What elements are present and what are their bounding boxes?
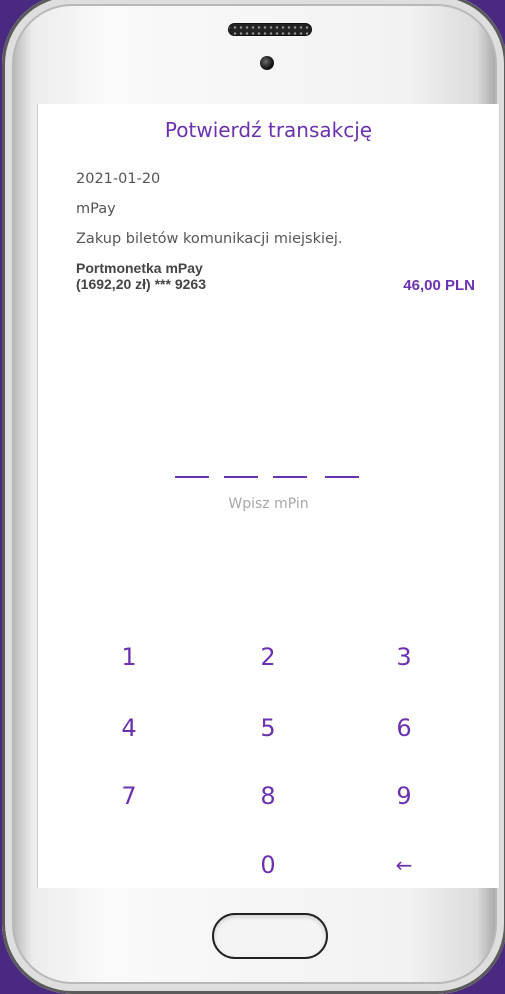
home-button[interactable] — [212, 913, 328, 959]
keypad-key-7[interactable]: 7 — [89, 773, 169, 819]
pin-digit-slot — [175, 476, 209, 478]
keypad-key-1[interactable]: 1 — [89, 634, 169, 680]
keypad-key-8[interactable]: 8 — [228, 773, 308, 819]
transaction-confirm-screen: Potwierdź transakcję 2021-01-20 mPay Zak… — [37, 104, 500, 888]
merchant-name: mPay — [76, 201, 116, 217]
keypad-key-5[interactable]: 5 — [228, 705, 308, 751]
pin-hint: Wpisz mPin — [228, 496, 309, 512]
page-title: Potwierdź transakcję — [164, 118, 373, 142]
front-camera — [260, 56, 274, 70]
payment-source-detail: (1692,20 zł) *** 9263 — [76, 276, 206, 292]
transaction-date: 2021-01-20 — [76, 171, 161, 187]
keypad-key-3[interactable]: 3 — [364, 634, 444, 680]
backspace-icon[interactable]: ← — [364, 842, 444, 888]
keypad-key-4[interactable]: 4 — [89, 705, 169, 751]
pin-digit-slot — [224, 476, 258, 478]
transaction-description: Zakup biletów komunikacji miejskiej. — [76, 231, 343, 247]
keypad-key-0[interactable]: 0 — [228, 842, 308, 888]
keypad-key-6[interactable]: 6 — [364, 705, 444, 751]
keypad-key-2[interactable]: 2 — [228, 634, 308, 680]
pin-digit-slot — [273, 476, 307, 478]
keypad-key-9[interactable]: 9 — [364, 773, 444, 819]
speaker-grille — [228, 23, 312, 36]
pin-digit-slot — [325, 476, 359, 478]
transaction-amount: 46,00 PLN — [403, 277, 475, 294]
payment-source-name: Portmonetka mPay — [76, 260, 203, 276]
